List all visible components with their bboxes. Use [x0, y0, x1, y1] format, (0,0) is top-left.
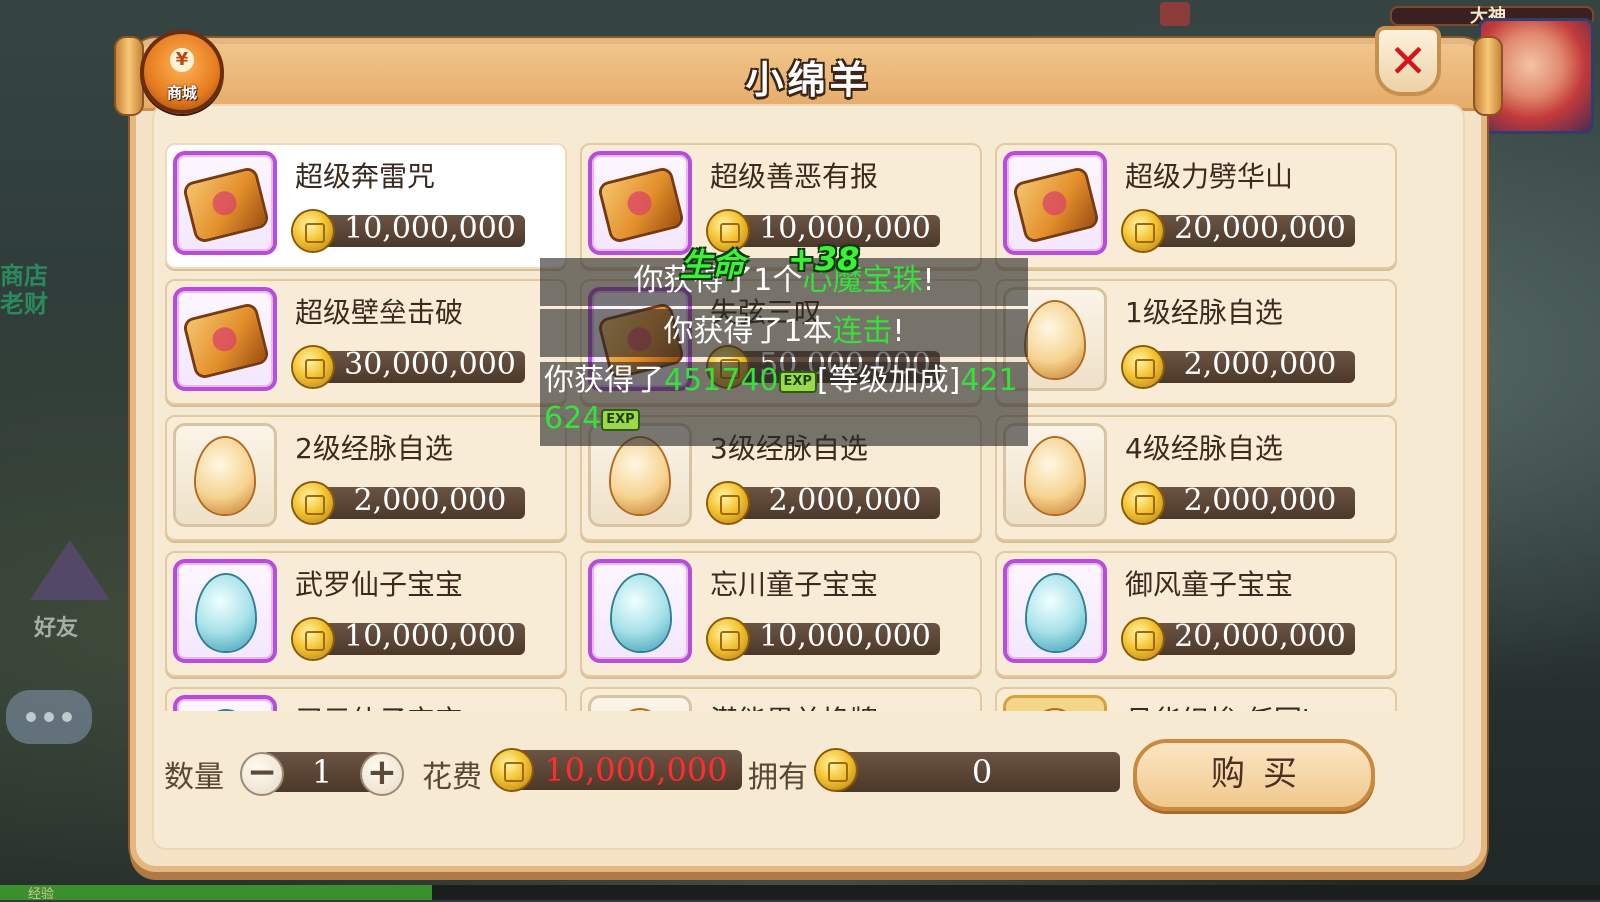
item-price: 10,000,000	[344, 619, 516, 654]
exp-label: 经验	[28, 887, 55, 902]
minus-button[interactable]: −	[240, 752, 284, 796]
item-icon-frame	[588, 695, 692, 711]
item-card[interactable]: 潜能果兑换牌	[580, 687, 982, 711]
item-price: 2,000,000	[1183, 347, 1337, 382]
item-price: 30,000,000	[344, 347, 516, 382]
item-price: 10,000,000	[759, 619, 931, 654]
own-value: 0	[971, 753, 993, 791]
reward-message-2: 你获得了1本连击!	[540, 309, 1028, 357]
item-name: 4级经脉自选	[1125, 432, 1283, 465]
item-name: 潜能果兑换牌	[710, 699, 878, 711]
shop-badge-icon: ¥ 商城	[140, 30, 224, 114]
item-price: 2,000,000	[1183, 483, 1337, 518]
shop-badge-label: 商城	[166, 84, 197, 102]
exp-bar	[0, 885, 1600, 900]
item-card[interactable]: 习元仙子宝宝	[165, 687, 567, 711]
item-icon-frame	[173, 423, 277, 527]
item-card[interactable]: 2级经脉自选 2,000,000	[165, 415, 567, 541]
item-card[interactable]: 忘川童子宝宝 10,000,000	[580, 551, 982, 677]
title-bar: 小绵羊	[136, 44, 1481, 111]
item-price: 2,000,000	[353, 483, 507, 518]
golden-egg-icon	[611, 438, 669, 514]
hp-gain-value: +38	[788, 240, 860, 278]
cost-label: 花费	[422, 760, 482, 795]
hp-gain-label: 生命	[680, 246, 745, 284]
item-icon-frame	[173, 559, 277, 663]
item-name: 超级善恶有报	[710, 160, 879, 193]
item-name: 2级经脉自选	[295, 432, 453, 465]
own-label: 拥有	[748, 760, 808, 795]
pet-egg-icon	[197, 575, 255, 651]
item-card[interactable]: 超级壁垒击破 30,000,000	[165, 279, 567, 405]
quantity-label: 数量	[164, 760, 224, 795]
item-card[interactable]: 超级善恶有报 10,000,000	[580, 143, 982, 269]
minus-icon: −	[246, 752, 278, 793]
chat-icon[interactable]	[6, 690, 92, 744]
scroll-rod-right	[1473, 36, 1503, 116]
gold-item-icon	[1026, 710, 1084, 711]
cost-value: 10,000,000	[544, 751, 728, 789]
item-name: 忘川童子宝宝	[710, 568, 879, 601]
item-card[interactable]: 御风童子宝宝 20,000,000	[995, 551, 1397, 677]
item-card[interactable]: 超级奔雷咒 10,000,000	[165, 143, 567, 269]
item-name: 武罗仙子宝宝	[295, 568, 464, 601]
exp-badge-icon: EXP	[601, 408, 640, 431]
item-name: 习元仙子宝宝	[295, 699, 463, 711]
item-icon-frame	[588, 151, 692, 255]
item-price: 20,000,000	[1174, 619, 1346, 654]
card-icon	[611, 710, 669, 711]
item-name: 御风童子宝宝	[1125, 568, 1294, 601]
item-card[interactable]: 月华织梭·任回h	[995, 687, 1397, 711]
item-icon-frame	[1003, 559, 1107, 663]
item-icon-frame	[173, 151, 277, 255]
item-card[interactable]: 超级力劈华山 20,000,000	[995, 143, 1397, 269]
golden-egg-icon	[1026, 302, 1084, 378]
item-icon-frame	[588, 559, 692, 663]
item-card[interactable]: 武罗仙子宝宝 10,000,000	[165, 551, 567, 677]
item-price: 2,000,000	[768, 483, 922, 518]
golden-egg-icon	[1026, 438, 1084, 514]
reward-message-3: 你获得了451740 EXP [等级加成]421 624 EXP	[540, 362, 1028, 446]
exp-badge-icon: EXP	[778, 370, 817, 393]
scroll-icon	[600, 169, 682, 241]
scroll-icon	[185, 305, 267, 377]
shop-npc-label[interactable]: 商店 老财	[0, 262, 48, 318]
scroll-icon	[1015, 169, 1097, 241]
item-card[interactable]: 1级经脉自选 2,000,000	[995, 279, 1397, 405]
plus-button[interactable]: +	[360, 752, 404, 796]
close-icon: ✕	[1388, 34, 1428, 88]
scene-banner	[1160, 2, 1190, 26]
panel-title: 小绵羊	[745, 58, 872, 102]
coin-icon	[492, 750, 532, 790]
pet-egg-icon	[612, 575, 670, 651]
item-name: 超级力劈华山	[1125, 160, 1294, 193]
item-icon-frame	[173, 695, 277, 711]
buy-button[interactable]: 购买	[1133, 739, 1375, 811]
item-name: 月华织梭·任回h	[1125, 699, 1320, 711]
friend-button[interactable]: 好友	[34, 610, 78, 642]
scroll-icon	[185, 169, 267, 241]
item-card[interactable]: 4级经脉自选 2,000,000	[995, 415, 1397, 541]
yen-icon: ¥	[170, 48, 194, 72]
reward-message-1: 你获得了1个心魔宝珠!	[540, 258, 1028, 306]
item-price: 20,000,000	[1174, 211, 1346, 246]
plus-icon: +	[366, 752, 398, 793]
close-button[interactable]: ✕	[1375, 26, 1441, 96]
golden-egg-icon	[196, 438, 254, 514]
item-icon-frame	[1003, 695, 1107, 711]
item-icon-frame	[1003, 151, 1107, 255]
pet-egg-icon	[1027, 575, 1085, 651]
item-icon-frame	[173, 287, 277, 391]
item-price: 10,000,000	[344, 211, 516, 246]
item-name: 超级壁垒击破	[295, 296, 464, 329]
exp-fill	[0, 885, 432, 900]
hat-icon	[30, 540, 110, 600]
item-name: 超级奔雷咒	[295, 160, 436, 193]
item-name: 1级经脉自选	[1125, 296, 1283, 329]
